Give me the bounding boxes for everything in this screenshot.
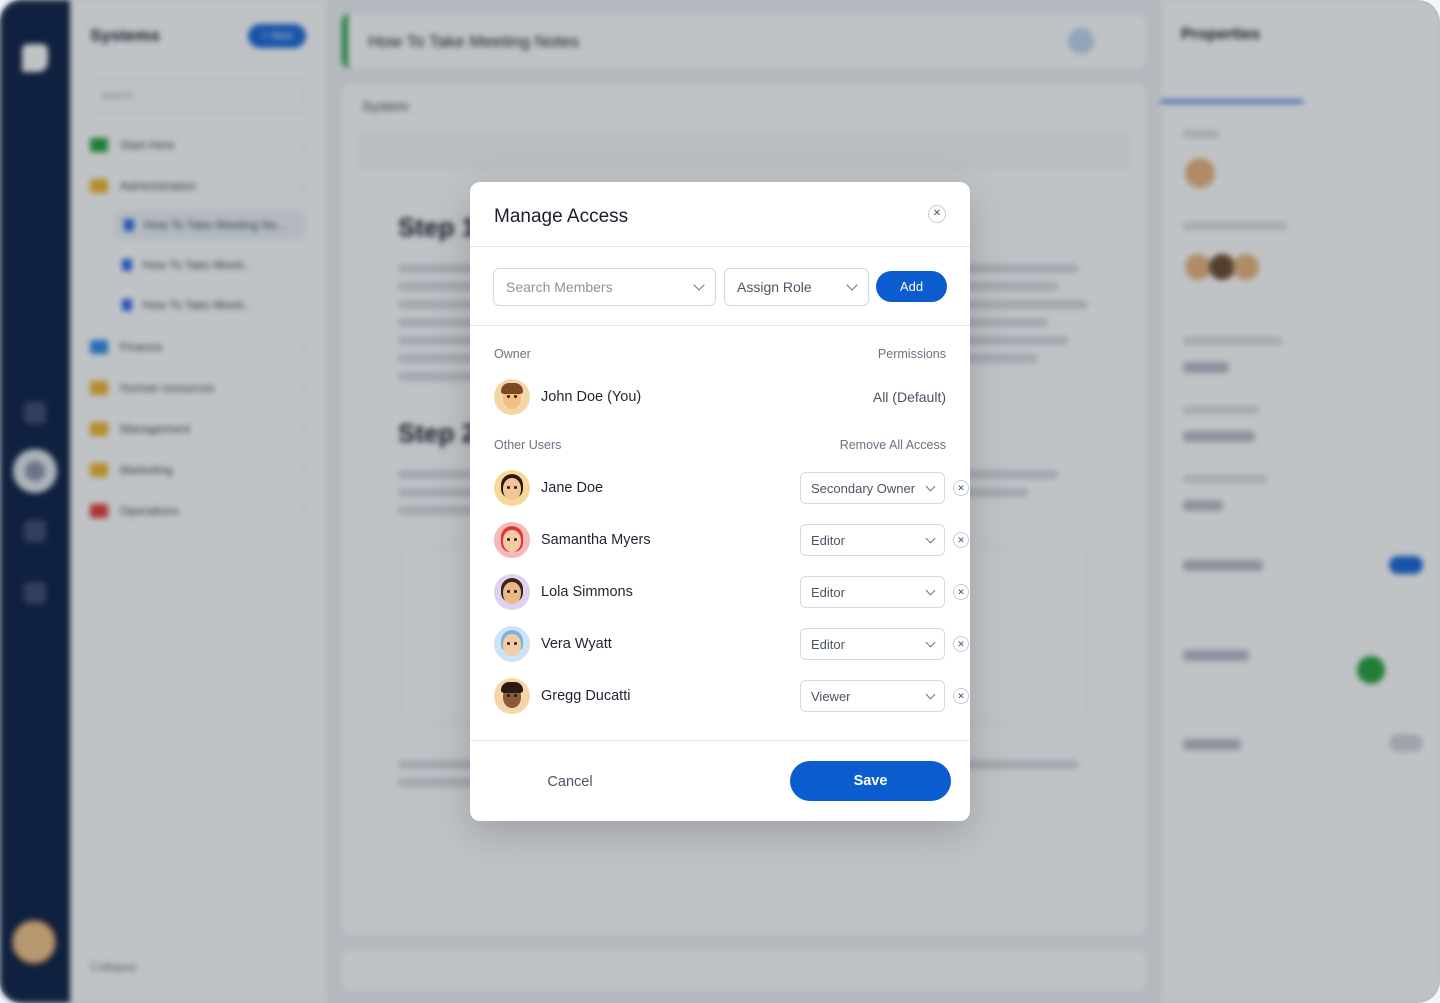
assign-role-select[interactable]: Assign Role: [724, 268, 869, 306]
search-members-placeholder: Search Members: [506, 279, 613, 295]
remove-user-icon[interactable]: ✕: [953, 688, 969, 704]
avatar: [494, 678, 530, 714]
role-select[interactable]: Secondary Owner: [800, 472, 945, 504]
manage-access-modal: Manage Access ✕ Search Members Assign Ro…: [470, 182, 970, 821]
role-value: Editor: [811, 584, 845, 600]
role-value: Viewer: [811, 688, 851, 704]
remove-user-icon[interactable]: ✕: [953, 636, 969, 652]
role-select[interactable]: Editor: [800, 576, 945, 608]
divider: [470, 325, 970, 326]
chevron-down-icon: [925, 689, 936, 700]
user-row: Lola Simmons Editor ✕: [494, 572, 969, 612]
avatar: [494, 522, 530, 558]
user-name: Vera Wyatt: [541, 636, 612, 652]
cancel-button[interactable]: Cancel: [530, 762, 610, 802]
divider: [470, 740, 970, 741]
remove-user-icon[interactable]: ✕: [953, 584, 969, 600]
search-members-select[interactable]: Search Members: [493, 268, 716, 306]
role-select[interactable]: Viewer: [800, 680, 945, 712]
close-icon[interactable]: ✕: [928, 205, 946, 223]
owner-label: Owner: [494, 347, 531, 361]
chevron-down-icon: [693, 279, 705, 291]
remove-user-icon[interactable]: ✕: [953, 480, 969, 496]
user-row: Gregg Ducatti Viewer ✕: [494, 676, 969, 716]
divider: [470, 246, 970, 247]
user-row: Samantha Myers Editor ✕: [494, 520, 969, 560]
chevron-down-icon: [925, 637, 936, 648]
owner-permission: All (Default): [872, 389, 946, 405]
chevron-down-icon: [846, 279, 858, 291]
role-value: Editor: [811, 532, 845, 548]
owner-name: John Doe (You): [541, 389, 642, 405]
user-row: Jane Doe Secondary Owner ✕: [494, 468, 969, 508]
user-name: Lola Simmons: [541, 584, 633, 600]
modal-title: Manage Access: [494, 206, 629, 227]
other-users-label: Other Users: [494, 438, 562, 452]
chevron-down-icon: [925, 585, 936, 596]
user-name: Samantha Myers: [541, 532, 651, 548]
role-select[interactable]: Editor: [800, 628, 945, 660]
save-button[interactable]: Save: [790, 761, 951, 801]
user-name: Jane Doe: [541, 480, 604, 496]
owner-row: John Doe (You) All (Default): [494, 377, 946, 417]
avatar: [494, 626, 530, 662]
permissions-label: Permissions: [877, 347, 946, 361]
avatar: [494, 574, 530, 610]
role-select[interactable]: Editor: [800, 524, 945, 556]
remove-user-icon[interactable]: ✕: [953, 532, 969, 548]
role-value: Editor: [811, 636, 845, 652]
role-value: Secondary Owner: [811, 480, 916, 496]
user-name: Gregg Ducatti: [541, 688, 631, 704]
add-button[interactable]: Add: [876, 271, 947, 302]
chevron-down-icon: [925, 481, 936, 492]
assign-role-label: Assign Role: [737, 279, 812, 295]
avatar: [494, 379, 530, 415]
chevron-down-icon: [925, 533, 936, 544]
user-row: Vera Wyatt Editor ✕: [494, 624, 969, 664]
avatar: [494, 470, 530, 506]
remove-all-access-link[interactable]: Remove All Access: [840, 438, 946, 452]
